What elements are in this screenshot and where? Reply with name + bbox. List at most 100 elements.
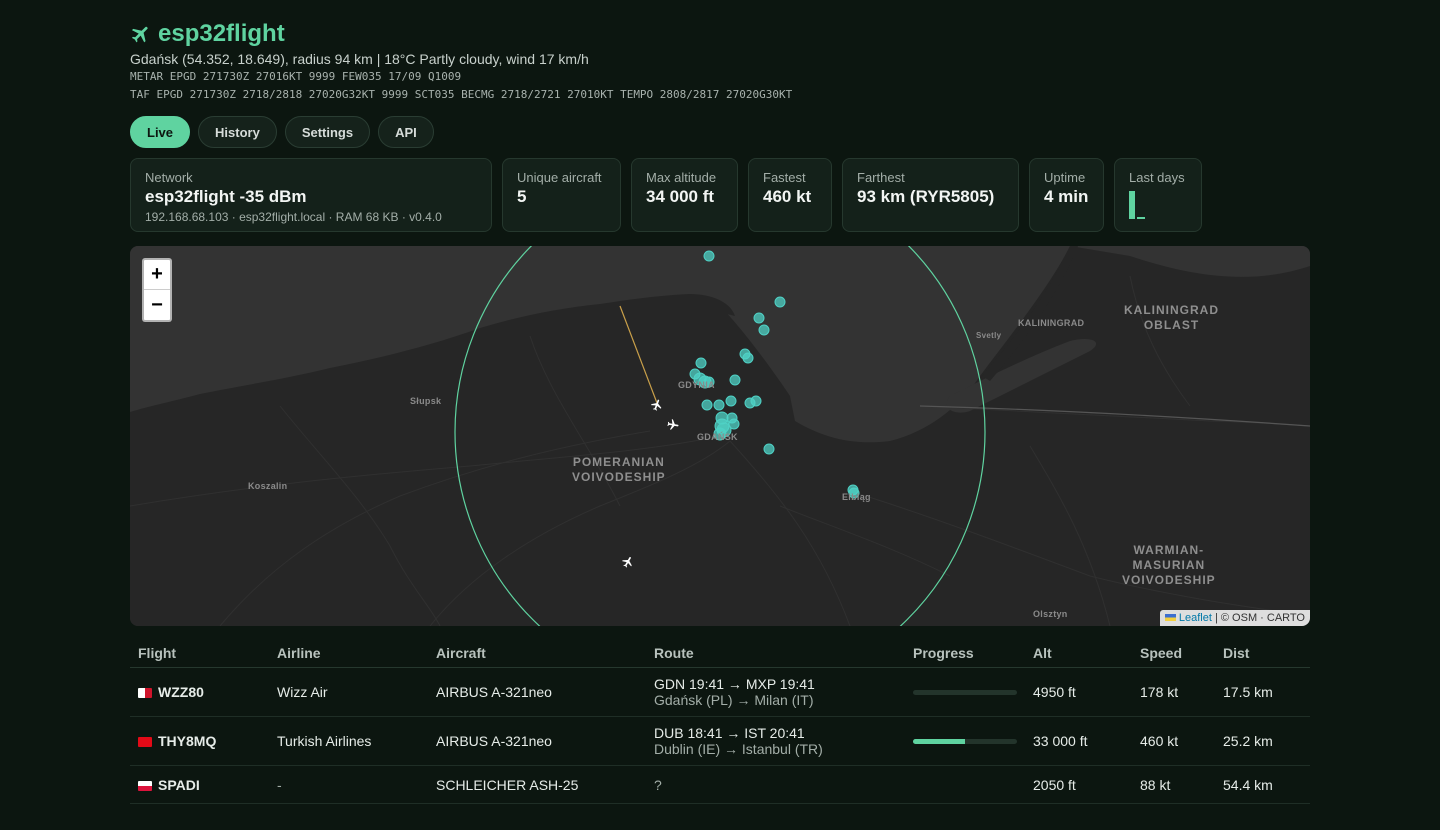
airline-cell: - [269, 765, 428, 804]
card-label: Max altitude [646, 170, 717, 185]
day-bar [1137, 217, 1145, 219]
col-airline[interactable]: Airline [269, 640, 428, 668]
card-value: esp32flight -35 dBm [145, 187, 307, 206]
col-flight[interactable]: Flight [130, 640, 269, 668]
table-row[interactable]: SPADI - SCHLEICHER ASH-25 ? 2050 ft 88 k… [130, 765, 1310, 804]
farthest-card: Farthest 93 km (RYR5805) [842, 158, 1019, 232]
map-label-kaliningrad-oblast: KALININGRAD OBLAST [1124, 303, 1219, 333]
tab-bar: Live History Settings API [130, 116, 434, 148]
table-row[interactable]: THY8MQ Turkish Airlines AIRBUS A-321neo … [130, 716, 1310, 766]
callsign: WZZ80 [158, 684, 204, 700]
map-attribution: Leaflet | © OSM · CARTO [1159, 610, 1310, 626]
col-speed[interactable]: Speed [1132, 640, 1215, 668]
route-times: GDN 19:41 → MXP 19:41 [654, 676, 815, 692]
zoom-out-button[interactable]: − [144, 290, 170, 320]
route-places: Dublin (IE) → Istanbul (TR) [654, 741, 823, 757]
history-point[interactable] [758, 324, 770, 336]
progress-bar [913, 689, 1017, 695]
last-days-sparkline [1129, 191, 1187, 219]
history-point[interactable] [701, 399, 713, 411]
col-aircraft[interactable]: Aircraft [428, 640, 646, 668]
zoom-in-button[interactable]: + [144, 260, 170, 290]
col-alt[interactable]: Alt [1025, 640, 1132, 668]
table-row[interactable]: WZZ80 Wizz Air AIRBUS A-321neo GDN 19:41… [130, 667, 1310, 717]
map-label-line: MASURIAN [1132, 558, 1206, 572]
day-bar [1129, 191, 1135, 219]
map-label-gdansk: GDAŃSK [697, 432, 738, 442]
unique-aircraft-card: Unique aircraft 5 [502, 158, 621, 232]
tab-settings[interactable]: Settings [284, 116, 371, 148]
dist-cell: 54.4 km [1215, 765, 1310, 804]
progress-cell [905, 765, 1025, 804]
card-value: 4 min [1044, 187, 1089, 206]
history-point[interactable] [750, 395, 762, 407]
zoom-control: + − [142, 258, 172, 322]
ukraine-flag-icon [1164, 614, 1176, 621]
airline-cell: Turkish Airlines [269, 716, 428, 766]
app-title: esp32flight [130, 20, 285, 48]
flight-cell: THY8MQ [130, 716, 269, 766]
speed-cell: 460 kt [1132, 716, 1215, 766]
flights-table: Flight Airline Aircraft Route Progress A… [130, 640, 1310, 804]
stats-cards: Network esp32flight -35 dBm 192.168.68.1… [130, 158, 1202, 232]
history-point[interactable] [695, 357, 707, 369]
leaflet-link[interactable]: Leaflet [1179, 612, 1212, 624]
callsign: THY8MQ [158, 733, 217, 749]
aircraft-cell: AIRBUS A-321neo [428, 716, 646, 766]
alt-cell: 2050 ft [1025, 765, 1132, 804]
history-point[interactable] [713, 399, 725, 411]
fastest-card: Fastest 460 kt [748, 158, 832, 232]
network-card: Network esp32flight -35 dBm 192.168.68.1… [130, 158, 492, 232]
card-label: Farthest [857, 170, 905, 185]
turkey-flag-icon [138, 737, 152, 747]
history-point[interactable] [725, 395, 737, 407]
tab-history[interactable]: History [198, 116, 277, 148]
route-cell: ? [646, 765, 905, 804]
aircraft-cell: AIRBUS A-321neo [428, 667, 646, 717]
flight-cell: SPADI [130, 765, 269, 804]
taf-line: TAF EPGD 271730Z 2718/2818 27020G32KT 99… [130, 88, 793, 101]
map-label-line: KALININGRAD [1124, 303, 1219, 317]
page-title: esp32flight [158, 20, 285, 47]
malta-flag-icon [138, 688, 152, 698]
tab-api[interactable]: API [378, 116, 434, 148]
history-point[interactable] [774, 296, 786, 308]
attribution-text: | © OSM · CARTO [1211, 612, 1305, 624]
dist-cell: 17.5 km [1215, 667, 1310, 717]
col-dist[interactable]: Dist [1215, 640, 1310, 668]
card-label: Fastest [763, 170, 806, 185]
last-days-card: Last days [1114, 158, 1202, 232]
col-progress[interactable]: Progress [905, 640, 1025, 668]
metar-line: METAR EPGD 271730Z 27016KT 9999 FEW035 1… [130, 70, 462, 83]
map-label-warmian: WARMIAN- MASURIAN VOIVODESHIP [1122, 543, 1216, 588]
history-point[interactable] [742, 352, 754, 364]
table-header-row: Flight Airline Aircraft Route Progress A… [130, 640, 1310, 668]
history-point[interactable] [703, 250, 715, 262]
map-label-line: OBLAST [1143, 318, 1200, 332]
location-weather: Gdańsk (54.352, 18.649), radius 94 km | … [130, 51, 589, 67]
history-point[interactable] [729, 374, 741, 386]
map-label-koszalin: Koszalin [248, 481, 288, 491]
flight-cell: WZZ80 [130, 667, 269, 717]
map-label-line: VOIVODESHIP [1122, 573, 1216, 587]
history-point[interactable] [763, 443, 775, 455]
live-map[interactable]: KALININGRAD KALININGRAD OBLAST Svetly Sł… [130, 246, 1310, 626]
history-point[interactable] [753, 312, 765, 324]
map-label-line: POMERANIAN [572, 455, 665, 469]
card-label: Unique aircraft [517, 170, 602, 185]
col-route[interactable]: Route [646, 640, 905, 668]
map-label-svetly: Svetly [976, 331, 1002, 340]
poland-flag-icon [138, 780, 152, 791]
plane-icon [131, 26, 148, 43]
card-value: 34 000 ft [646, 187, 715, 206]
max-altitude-card: Max altitude 34 000 ft [631, 158, 738, 232]
callsign: SPADI [158, 776, 200, 793]
map-label-line: VOIVODESHIP [572, 470, 666, 484]
card-label: Network [145, 170, 193, 185]
uptime-card: Uptime 4 min [1029, 158, 1104, 232]
route-cell: DUB 18:41 → IST 20:41 Dublin (IE) → Istan… [646, 716, 905, 766]
card-detail: 192.168.68.103 · esp32flight.local · RAM… [145, 210, 442, 224]
tab-live[interactable]: Live [130, 116, 191, 148]
map-label-line: WARMIAN- [1133, 543, 1205, 557]
progress-cell [905, 716, 1025, 766]
